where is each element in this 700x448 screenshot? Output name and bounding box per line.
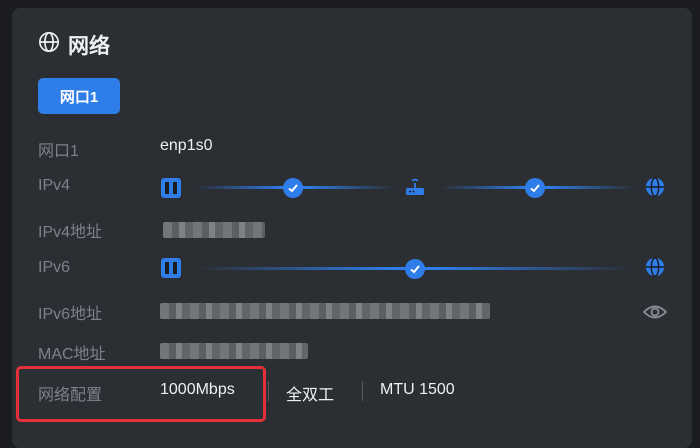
eye-icon[interactable] (642, 302, 668, 327)
ipv4-address-value-redacted (163, 222, 265, 238)
iface-value: enp1s0 (160, 137, 213, 154)
ipv6-address-value-redacted (160, 303, 490, 319)
ipv4-label: IPv4 (38, 177, 71, 194)
separator (362, 381, 363, 401)
mtu-value: MTU 1500 (380, 381, 455, 398)
check-icon (405, 259, 425, 279)
ipv6-address-label: IPv6地址 (38, 306, 103, 323)
iface-label: 网口1 (38, 143, 79, 160)
tab-port-1[interactable]: 网口1 (38, 78, 120, 114)
globe-icon (644, 176, 666, 203)
mac-address-value-redacted (160, 343, 308, 359)
router-icon (403, 175, 427, 204)
ethernet-port-icon (160, 177, 182, 204)
duplex-mode: 全双工 (286, 387, 335, 404)
check-icon (525, 178, 545, 198)
mac-address-label: MAC地址 (38, 346, 106, 363)
section-title: 网络 (38, 30, 110, 60)
ethernet-port-icon (160, 257, 182, 284)
section-title-text: 网络 (68, 35, 110, 58)
separator (268, 381, 269, 401)
check-icon (283, 178, 303, 198)
highlight-box (16, 366, 266, 422)
ipv4-address-label: IPv4地址 (38, 224, 103, 241)
globe-icon (644, 256, 666, 283)
globe-icon (38, 31, 60, 59)
ipv6-label: IPv6 (38, 259, 71, 276)
